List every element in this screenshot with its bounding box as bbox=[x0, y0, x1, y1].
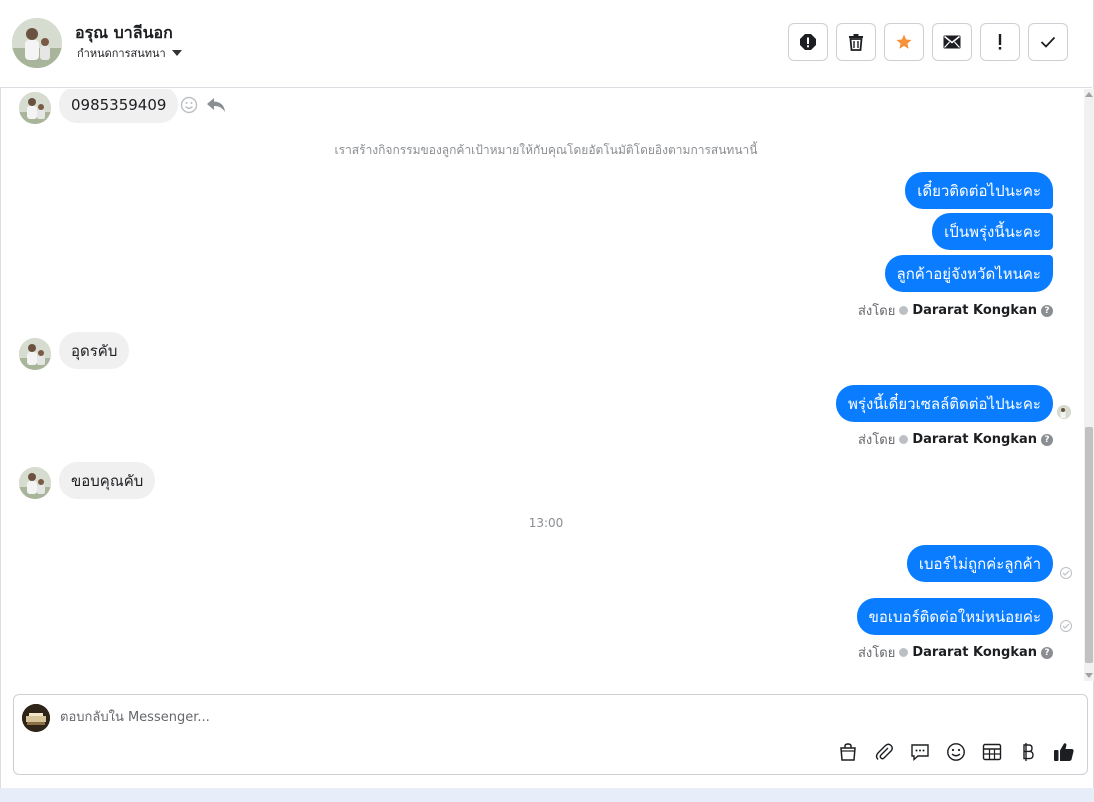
report-button[interactable] bbox=[788, 23, 828, 61]
agent-status-icon bbox=[899, 648, 909, 657]
message-composer bbox=[13, 694, 1088, 775]
contact-name[interactable]: อรุณ บาลีนอก bbox=[75, 21, 173, 46]
outgoing-message[interactable]: พรุ่งนี้เดี๋ยวเซลล์ติดต่อไปนะคะ bbox=[836, 385, 1053, 422]
contact-avatar-small bbox=[19, 338, 51, 370]
mark-done-button[interactable] bbox=[1028, 23, 1068, 61]
outgoing-message[interactable]: ขอเบอร์ติดต่อใหม่หน่อยค่ะ bbox=[856, 598, 1053, 635]
emoji-react-icon[interactable] bbox=[180, 96, 198, 114]
reply-input[interactable] bbox=[60, 707, 960, 727]
agent-status-icon bbox=[899, 306, 909, 315]
chevron-down-icon bbox=[171, 50, 182, 56]
thread-scrollbar[interactable] bbox=[1084, 89, 1094, 681]
calendar-table-icon[interactable] bbox=[981, 741, 1003, 763]
seen-avatar bbox=[1057, 405, 1071, 419]
mark-unread-button[interactable] bbox=[932, 23, 972, 61]
help-icon[interactable]: ? bbox=[1041, 304, 1053, 317]
outgoing-message[interactable]: เป็นพรุ่งนี้นะคะ bbox=[932, 213, 1053, 250]
reply-icon[interactable] bbox=[206, 97, 226, 113]
delete-button[interactable] bbox=[836, 23, 876, 61]
delivered-icon bbox=[1060, 620, 1072, 632]
page-avatar bbox=[22, 704, 50, 732]
incoming-message[interactable]: 0985359409 bbox=[59, 89, 179, 123]
agent-name[interactable]: Dararat Kongkan bbox=[912, 645, 1037, 660]
sent-by-label: ส่งโดย bbox=[857, 433, 896, 448]
conversation-header: อรุณ บาลีนอก กำหนดการสนทนา bbox=[0, 0, 1092, 88]
sent-by-label: ส่งโดย bbox=[857, 304, 896, 319]
outgoing-message[interactable]: เบอร์ไม่ถูกค่ะลูกค้า bbox=[906, 545, 1053, 582]
scroll-thumb[interactable] bbox=[1085, 427, 1093, 663]
sent-by-info: ส่งโดย Dararat Kongkan ? bbox=[858, 642, 1053, 663]
report-icon bbox=[800, 34, 816, 50]
contact-avatar-small bbox=[19, 467, 51, 499]
star-button[interactable] bbox=[884, 23, 924, 61]
bottom-strip bbox=[0, 788, 1094, 802]
agent-status-icon bbox=[899, 435, 909, 444]
contact-avatar[interactable] bbox=[12, 18, 62, 68]
paperclip-icon[interactable] bbox=[873, 741, 895, 763]
sent-by-info: ส่งโดย Dararat Kongkan ? bbox=[858, 300, 1053, 321]
sent-by-info: ส่งโดย Dararat Kongkan ? bbox=[858, 429, 1053, 450]
thumbs-up-icon[interactable] bbox=[1053, 741, 1075, 763]
emoji-icon[interactable] bbox=[945, 741, 967, 763]
message-tools bbox=[180, 96, 226, 114]
follow-up-button[interactable] bbox=[980, 23, 1020, 61]
delivered-icon bbox=[1060, 567, 1072, 579]
scroll-up-arrow[interactable] bbox=[1085, 92, 1093, 97]
agent-name[interactable]: Dararat Kongkan bbox=[912, 432, 1037, 447]
trash-icon bbox=[849, 34, 863, 51]
composer-toolbar bbox=[837, 741, 1075, 763]
baht-icon[interactable] bbox=[1017, 741, 1039, 763]
scroll-down-arrow[interactable] bbox=[1085, 673, 1093, 678]
envelope-icon bbox=[943, 35, 961, 49]
message-thread[interactable]: 0985359409 เราสร้างกิจกรรมของลูกค้าเป้าห… bbox=[0, 89, 1084, 681]
check-icon bbox=[1040, 36, 1056, 48]
incoming-message[interactable]: อุดรคับ bbox=[59, 332, 130, 369]
header-actions bbox=[788, 23, 1068, 61]
outgoing-message[interactable]: ลูกค้าอยู่จังหวัดไหนคะ bbox=[884, 255, 1053, 292]
timestamp: 13:00 bbox=[528, 516, 564, 530]
system-notice: เราสร้างกิจกรรมของลูกค้าเป้าหมายให้กับคุ… bbox=[334, 143, 758, 157]
outgoing-message[interactable]: เดี๋ยวติดต่อไปนะคะ bbox=[905, 172, 1053, 209]
star-icon bbox=[896, 34, 912, 49]
sent-by-label: ส่งโดย bbox=[857, 646, 896, 661]
saved-replies-icon[interactable] bbox=[909, 741, 931, 763]
conversation-setting-label: กำหนดการสนทนา bbox=[77, 47, 166, 60]
shopping-bag-icon[interactable] bbox=[837, 741, 859, 763]
exclamation-icon bbox=[998, 34, 1002, 50]
contact-avatar-small bbox=[19, 92, 51, 124]
incoming-message[interactable]: ขอบคุณคับ bbox=[59, 462, 156, 499]
agent-name[interactable]: Dararat Kongkan bbox=[912, 303, 1037, 318]
help-icon[interactable]: ? bbox=[1041, 433, 1053, 446]
help-icon[interactable]: ? bbox=[1041, 646, 1053, 659]
conversation-setting-dropdown[interactable]: กำหนดการสนทนา bbox=[77, 44, 182, 62]
